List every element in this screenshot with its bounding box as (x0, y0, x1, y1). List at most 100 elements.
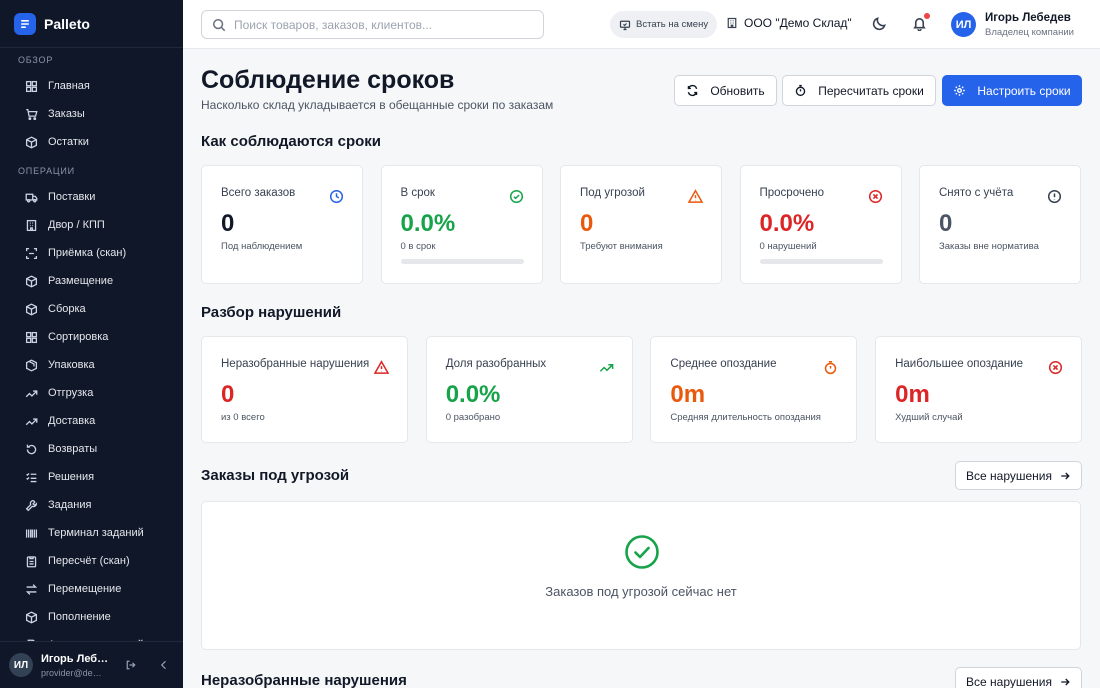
check-circle-icon (509, 189, 524, 204)
user-menu[interactable]: Игорь Лебедев Владелец компании (985, 12, 1074, 38)
return-icon (24, 442, 38, 456)
card-value: 0m (670, 381, 706, 408)
company-switcher[interactable]: ООО "Демо Склад" (726, 16, 852, 30)
card-note: 0 разобрано (445, 412, 501, 423)
sidebar-item-label: Заказы (48, 108, 85, 120)
at-risk-all-violations-label: Все нарушения (966, 468, 1052, 483)
card-value: 0 (580, 210, 594, 237)
sidebar-item-label: Возвраты (48, 443, 98, 455)
user-role: Владелец компании (985, 27, 1074, 38)
recalc-deadlines-button[interactable]: Пересчитать сроки (782, 75, 936, 106)
at-risk-all-violations-button[interactable]: Все нарушения (955, 461, 1082, 490)
at-risk-empty-state: Заказов под угрозой сейчас нет (201, 501, 1081, 650)
compliance-card: Снято с учёта 0 Заказы вне норматива (919, 165, 1081, 284)
sidebar-item[interactable]: Терминал заданий (0, 519, 183, 547)
sidebar-item[interactable]: Пересчёт (скан) (0, 547, 183, 575)
violations-section-title: Разбор нарушений (201, 304, 342, 321)
sidebar-item[interactable]: Перемещение (0, 575, 183, 603)
warning-icon (373, 360, 390, 375)
sidebar-item[interactable]: Пополнение (0, 603, 183, 631)
card-value: 0m (895, 381, 930, 408)
sidebar-item-label: Отгрузка (48, 387, 94, 399)
sidebar-item-label: Сортировка (48, 331, 109, 343)
card-note: Требуют внимания (580, 241, 663, 252)
notifications-bell-icon[interactable] (912, 13, 930, 32)
box-icon (24, 135, 38, 149)
card-value: 0.0% (759, 210, 815, 237)
top-bar: Встать на смену ООО "Демо Склад" ИЛ Игор… (183, 0, 1100, 49)
card-label: Просрочено (759, 187, 824, 199)
user-avatar[interactable]: ИЛ (951, 12, 976, 37)
sidebar-item[interactable]: Решения (0, 463, 183, 491)
box-icon (24, 274, 38, 288)
search-input[interactable] (234, 17, 534, 32)
sidebar-item-label: Перемещение (48, 583, 122, 595)
sidebar-item[interactable]: Упаковка (0, 351, 183, 379)
sidebar-item[interactable]: Сортировка (0, 323, 183, 351)
search-box[interactable] (201, 10, 544, 39)
card-value: 0.0% (400, 210, 456, 237)
x-circle-icon (868, 189, 883, 204)
notification-dot (924, 13, 930, 19)
sidebar-item-label: Доставка (48, 415, 96, 427)
sidebar-footer: ИЛ Игорь Лебедев provider@demo.palleto.r… (0, 641, 183, 688)
sidebar-item-label: Задания (48, 499, 92, 511)
user-name: Игорь Лебедев (985, 12, 1071, 24)
package-icon (24, 358, 38, 372)
sidebar-item[interactable]: Остатки (0, 128, 183, 156)
refresh-label: Обновить (710, 83, 765, 98)
theme-toggle-moon-icon[interactable] (872, 16, 888, 32)
sidebar-avatar[interactable]: ИЛ (9, 653, 33, 677)
sidebar-item-label: Двор / КПП (48, 219, 105, 231)
gear-icon (954, 85, 966, 96)
sidebar-item[interactable]: Приёмка (скан) (0, 239, 183, 267)
sidebar-item-label: Сборка (48, 303, 86, 315)
sidebar-item[interactable]: Заказы (0, 100, 183, 128)
sidebar-item[interactable]: Поставки (0, 183, 183, 211)
sidebar-item[interactable]: Сборка (0, 295, 183, 323)
card-note: из 0 всего (221, 412, 265, 423)
configure-deadlines-button[interactable]: Настроить сроки (942, 75, 1082, 106)
check-circle-icon (625, 535, 659, 569)
brand[interactable]: Palleto (0, 0, 183, 48)
trend-up-icon (599, 360, 614, 375)
violations-card: Среднее опоздание 0m Средняя длительность … (650, 336, 858, 443)
sidebar-item[interactable]: Двор / КПП (0, 211, 183, 239)
recalc-deadlines-label: Пересчитать сроки (818, 83, 924, 98)
sidebar-item[interactable]: Акты расхождений (0, 631, 183, 641)
sidebar-item[interactable]: Отгрузка (0, 379, 183, 407)
card-note: Заказы вне норматива (939, 241, 1039, 252)
refresh-icon (688, 84, 698, 97)
page-subtitle: Насколько склад укладывается в обещанные… (201, 98, 554, 112)
sidebar-item-label: Пополнение (48, 611, 111, 623)
unresolved-all-violations-button[interactable]: Все нарушения (955, 667, 1082, 688)
card-value: 0.0% (445, 381, 501, 408)
grid-icon (24, 79, 38, 93)
scan-icon (24, 246, 38, 260)
page-title: Соблюдение сроков (201, 66, 455, 94)
card-note: 0 нарушений (759, 241, 817, 252)
at-risk-empty-text: Заказов под угрозой сейчас нет (545, 584, 737, 599)
warning-icon (687, 189, 704, 204)
compliance-card: Всего заказов 0 Под наблюдением (201, 165, 363, 284)
nav-section-title: ОБЗОР (18, 55, 54, 65)
card-label: Всего заказов (221, 187, 296, 199)
progress-bar (759, 259, 883, 264)
box-icon (24, 610, 38, 624)
collapse-sidebar-icon[interactable] (155, 656, 173, 674)
barcode-icon (24, 526, 38, 540)
card-label: Доля разобранных (445, 358, 547, 370)
card-label: Наибольшее опоздание (895, 358, 1024, 370)
sidebar-item[interactable]: Возвраты (0, 435, 183, 463)
sidebar-item[interactable]: Задания (0, 491, 183, 519)
sidebar-item[interactable]: Доставка (0, 407, 183, 435)
sidebar-item[interactable]: Главная (0, 72, 183, 100)
card-label: Среднее опоздание (670, 358, 777, 370)
unresolved-all-violations-label: Все нарушения (966, 674, 1052, 688)
refresh-button[interactable]: Обновить (674, 75, 777, 106)
logout-icon[interactable] (122, 656, 140, 674)
start-shift-button[interactable]: Встать на смену (610, 11, 718, 38)
sidebar-item-label: Приёмка (скан) (48, 247, 127, 259)
sidebar-item[interactable]: Размещение (0, 267, 183, 295)
clock-icon (329, 189, 344, 204)
